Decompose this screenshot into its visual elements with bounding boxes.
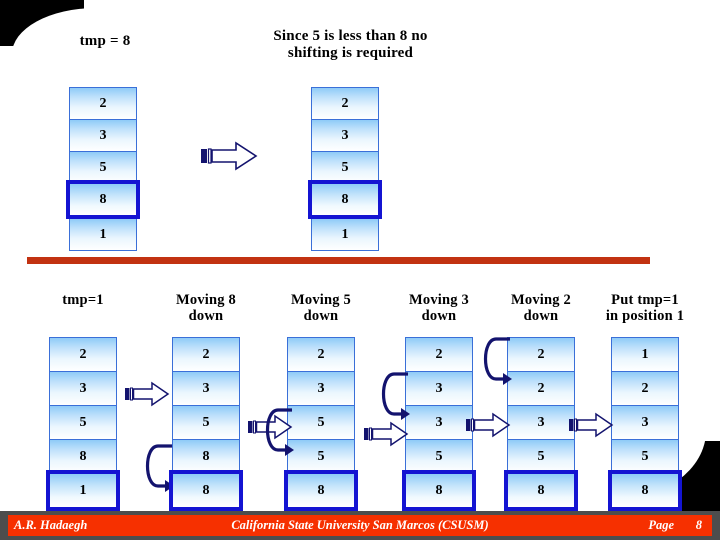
bottom-array-3-cell-2: 3: [405, 405, 473, 440]
top-right-caption-line1: Since 5 is less than 8 no: [273, 28, 428, 44]
section-divider: [27, 257, 650, 264]
bottom-array-stack-0: 23581: [46, 337, 120, 511]
bottom-column-caption-0: tmp=1: [21, 292, 145, 308]
bottom-arrow-5: [568, 412, 614, 438]
bottom-array-2-cell-2: 5: [287, 405, 355, 440]
bottom-array-5-cell-3: 5: [611, 439, 679, 474]
bottom-array-3-cell-4: 8: [402, 470, 476, 511]
bottom-arrow-4: [465, 412, 511, 438]
bottom-column-caption-0-line1: tmp=1: [62, 292, 104, 308]
bottom-array-0-cell-1: 3: [49, 371, 117, 406]
array-after-cell-4: 1: [311, 218, 379, 251]
bottom-column-caption-2: Moving 5 down: [259, 292, 383, 324]
bottom-array-3-cell-1: 3: [405, 371, 473, 406]
bottom-array-0-cell-0: 2: [49, 337, 117, 372]
bottom-array-2-cell-3: 5: [287, 439, 355, 474]
bottom-array-5-cell-0: 1: [611, 337, 679, 372]
bottom-arrow-3: [363, 421, 409, 447]
top-right-caption: Since 5 is less than 8 no shifting is re…: [238, 28, 463, 62]
bottom-array-1-cell-4: 8: [169, 470, 243, 511]
footer-bar: A.R. Hadaegh California State University…: [8, 515, 712, 536]
slide-footer: A.R. Hadaegh California State University…: [0, 511, 720, 540]
top-right-caption-line2: shifting is required: [287, 44, 414, 61]
array-after-cell-0: 2: [311, 87, 379, 120]
bottom-column-caption-5-line2: in position 1: [605, 308, 685, 325]
footer-institution: California State University San Marcos (…: [231, 518, 489, 532]
bottom-column-caption-1-line1: Moving 8: [175, 292, 236, 308]
bottom-array-4-cell-0: 2: [507, 337, 575, 372]
bottom-array-0-cell-2: 5: [49, 405, 117, 440]
bottom-array-1-cell-2: 5: [172, 405, 240, 440]
bottom-array-3-cell-3: 5: [405, 439, 473, 474]
bottom-arrow-1: [124, 381, 170, 407]
bottom-array-0-cell-3: 8: [49, 439, 117, 474]
bottom-array-3-cell-0: 2: [405, 337, 473, 372]
array-after-cell-3: 8: [308, 180, 382, 219]
bottom-column-caption-5-line1: Put tmp=1: [611, 292, 679, 308]
bottom-array-2-cell-4: 8: [284, 470, 358, 511]
array-before-cell-3: 8: [66, 180, 140, 219]
bottom-column-caption-5: Put tmp=1 in position 1: [583, 292, 707, 324]
shift-down-curve-2: [262, 404, 296, 456]
bottom-array-2-cell-1: 3: [287, 371, 355, 406]
bottom-array-1-cell-1: 3: [172, 371, 240, 406]
bottom-array-4-cell-4: 8: [504, 470, 578, 511]
bottom-array-4-cell-2: 3: [507, 405, 575, 440]
bottom-column-caption-1-line2: down: [188, 308, 224, 325]
bottom-array-0-cell-4: 1: [46, 470, 120, 511]
bottom-array-5-cell-1: 2: [611, 371, 679, 406]
bottom-array-4-cell-3: 5: [507, 439, 575, 474]
bottom-column-caption-2-line2: down: [303, 308, 339, 325]
bottom-array-1-cell-0: 2: [172, 337, 240, 372]
bottom-array-5-cell-4: 8: [608, 470, 682, 511]
bottom-array-stack-2: 23558: [284, 337, 358, 511]
bottom-array-2-cell-0: 2: [287, 337, 355, 372]
array-before-cell-4: 1: [69, 218, 137, 251]
bottom-array-5-cell-2: 3: [611, 405, 679, 440]
top-left-caption: tmp = 8: [79, 33, 131, 49]
array-stack-before: 23581: [66, 87, 140, 251]
shift-down-curve-4: [480, 333, 514, 385]
bottom-column-caption-1: Moving 8 down: [144, 292, 268, 324]
array-stack-after: 23581: [308, 87, 382, 251]
bottom-array-stack-5: 12358: [608, 337, 682, 511]
array-before-cell-0: 2: [69, 87, 137, 120]
bottom-column-caption-2-line1: Moving 5: [290, 292, 351, 308]
array-before-cell-1: 3: [69, 119, 137, 152]
right-arrow-icon: [200, 141, 258, 171]
bottom-array-4-cell-1: 2: [507, 371, 575, 406]
footer-page-number: 8: [695, 518, 702, 532]
bottom-array-stack-1: 23588: [169, 337, 243, 511]
shift-down-curve-3: [378, 368, 412, 420]
array-after-cell-1: 3: [311, 119, 379, 152]
slide-canvas: tmp = 8 Since 5 is less than 8 no shifti…: [0, 0, 720, 540]
footer-page-label: Page: [648, 518, 674, 532]
bottom-array-1-cell-3: 8: [172, 439, 240, 474]
